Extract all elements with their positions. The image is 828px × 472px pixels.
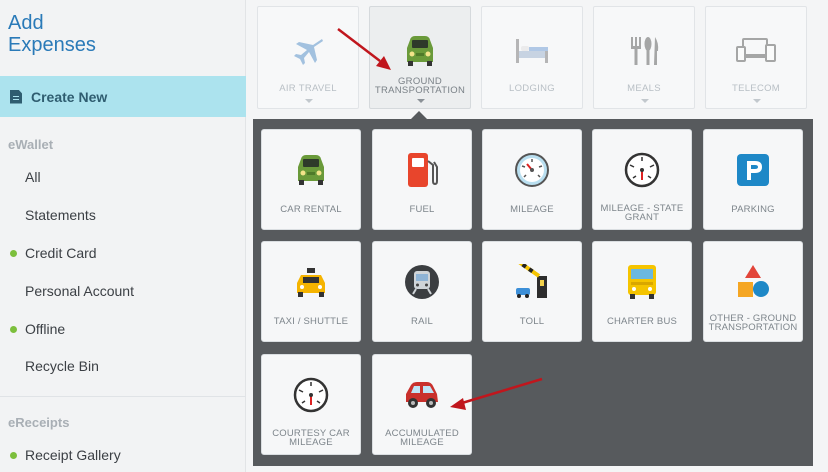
document-add-icon: [10, 89, 22, 104]
sidebar-item-personal-account[interactable]: Personal Account: [25, 283, 134, 299]
taxi-icon: [262, 262, 360, 302]
subcategory-tile-fuel[interactable]: FUEL: [372, 129, 472, 230]
subcategory-tile-rail[interactable]: RAIL: [372, 241, 472, 342]
subcategory-label: ACCUMULATED MILEAGE: [375, 429, 469, 448]
red-car-icon: [373, 375, 471, 415]
sidebar: Add Expenses Create New eWallet All Stat…: [0, 0, 246, 472]
category-tile-ground-transportation[interactable]: GROUND TRANSPORTATION: [369, 6, 471, 109]
sidebar-item-receipt-gallery[interactable]: Receipt Gallery: [10, 447, 121, 463]
subcategory-label: CAR RENTAL: [280, 204, 342, 215]
subcategory-label: MILEAGE - STATE GRANT: [595, 204, 689, 223]
category-tile-lodging[interactable]: LODGING: [481, 6, 583, 109]
bus-icon: [593, 262, 691, 302]
category-tile-telecom[interactable]: TELECOM: [705, 6, 807, 109]
subcategory-tile-charter-bus[interactable]: CHARTER BUS: [592, 241, 692, 342]
subcategory-tile-taxi-shuttle[interactable]: TAXI / SHUTTLE: [261, 241, 361, 342]
airplane-icon: [258, 33, 358, 69]
sidebar-item-recycle-bin[interactable]: Recycle Bin: [25, 358, 99, 374]
parking-icon: [704, 150, 802, 190]
subcategory-label: OTHER - GROUND TRANSPORTATION: [706, 314, 800, 333]
category-label: TELECOM: [731, 83, 781, 94]
category-label: AIR TRAVEL: [279, 83, 337, 94]
page-title-line-2: Expenses: [8, 34, 96, 56]
sidebar-item-label: Receipt Gallery: [25, 447, 121, 463]
subcategory-label: MILEAGE: [510, 204, 554, 215]
sidebar-item-label: Credit Card: [25, 245, 97, 261]
subcategory-tile-courtesy-car-mileage[interactable]: COURTESY CAR MILEAGE: [261, 354, 361, 455]
fuel-pump-icon: [373, 150, 471, 190]
speedometer-icon: [262, 375, 360, 415]
sidebar-item-label: All: [25, 169, 41, 185]
utensils-icon: [594, 33, 694, 69]
subcategory-label: TOLL: [519, 316, 545, 327]
chevron-down-icon: [305, 99, 313, 103]
subcategory-label: COURTESY CAR MILEAGE: [264, 429, 358, 448]
subcategory-label: RAIL: [411, 316, 433, 327]
subcategory-label: CHARTER BUS: [606, 316, 678, 327]
subcategory-label-line-2: MILEAGE: [400, 436, 444, 448]
create-new-button[interactable]: Create New: [0, 76, 246, 117]
status-dot: [10, 452, 17, 459]
create-new-label: Create New: [31, 88, 108, 105]
chevron-down-icon: [417, 99, 425, 103]
subcategory-label: FUEL: [409, 204, 435, 215]
category-tile-meals[interactable]: MEALS: [593, 6, 695, 109]
subcategory-label-line-2: MILEAGE: [289, 436, 333, 448]
speedometer-icon: [593, 150, 691, 190]
subcategory-tile-parking[interactable]: PARKING: [703, 129, 803, 230]
sidebar-item-credit-card[interactable]: Credit Card: [10, 245, 97, 261]
chevron-down-icon: [753, 99, 761, 103]
shapes-icon: [704, 262, 802, 302]
devices-icon: [706, 33, 806, 69]
green-car-icon: [262, 150, 360, 190]
category-label: GROUND TRANSPORTATION: [370, 77, 470, 96]
status-dot: [10, 326, 17, 333]
sidebar-item-statements[interactable]: Statements: [25, 207, 96, 223]
sidebar-item-offline[interactable]: Offline: [10, 321, 66, 337]
category-label: MEALS: [627, 83, 661, 94]
subcategory-tile-other-ground-transportation[interactable]: OTHER - GROUND TRANSPORTATION: [703, 241, 803, 342]
subcategory-label-line-2: TRANSPORTATION: [708, 321, 798, 333]
page-title: Add Expenses: [8, 12, 96, 56]
sidebar-item-label: Recycle Bin: [25, 358, 99, 374]
toll-gate-icon: [483, 262, 581, 302]
speedometer-icon: [483, 150, 581, 190]
status-dot: [10, 250, 17, 257]
subcategory-tile-accumulated-mileage[interactable]: ACCUMULATED MILEAGE: [372, 354, 472, 455]
sidebar-item-label: Personal Account: [25, 283, 134, 299]
bottom-strip: [253, 466, 828, 472]
sidebar-item-all[interactable]: All: [25, 169, 41, 185]
bed-icon: [482, 33, 582, 69]
category-tile-air-travel[interactable]: AIR TRAVEL: [257, 6, 359, 109]
category-label: LODGING: [509, 83, 555, 94]
category-label-line-2: TRANSPORTATION: [374, 85, 466, 96]
subcategory-tile-car-rental[interactable]: CAR RENTAL: [261, 129, 361, 230]
sidebar-item-label: Statements: [25, 207, 96, 223]
subcategory-tile-mileage-state-grant[interactable]: MILEAGE - STATE GRANT: [592, 129, 692, 230]
train-icon: [373, 262, 471, 302]
ereceipts-section-label: eReceipts: [8, 415, 70, 430]
subcategory-label: TAXI / SHUTTLE: [273, 316, 349, 327]
ewallet-section-label: eWallet: [8, 137, 54, 152]
sidebar-divider: [0, 396, 246, 397]
subcategory-label-line-2: GRANT: [624, 211, 660, 223]
page-title-line-1: Add: [8, 12, 44, 34]
subcategory-tile-toll[interactable]: TOLL: [482, 241, 582, 342]
chevron-down-icon: [641, 99, 649, 103]
subcategory-label: PARKING: [731, 204, 775, 215]
sidebar-item-label: Offline: [25, 321, 66, 337]
subcategory-tile-mileage[interactable]: MILEAGE: [482, 129, 582, 230]
car-icon: [370, 33, 470, 69]
